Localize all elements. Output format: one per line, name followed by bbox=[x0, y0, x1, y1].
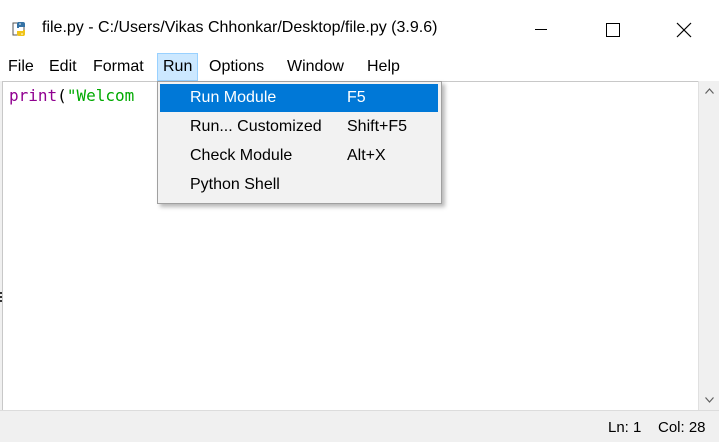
code-string-token: "Welcom bbox=[66, 86, 135, 105]
scroll-down-button[interactable] bbox=[699, 390, 719, 410]
code-paren-token: ( bbox=[57, 86, 67, 105]
menu-item-label: Check Module bbox=[190, 147, 293, 164]
menu-run[interactable]: Run bbox=[157, 53, 199, 81]
status-line-number: Ln: 1 bbox=[608, 419, 642, 436]
menu-item-shortcut: F5 bbox=[347, 89, 366, 106]
status-bar: Ln: 1 Col: 28 bbox=[0, 410, 719, 442]
minimize-button[interactable] bbox=[506, 0, 576, 60]
window-title: file.py - C:/Users/Vikas Chhonkar/Deskto… bbox=[42, 19, 438, 36]
menu-window[interactable]: Window bbox=[281, 53, 350, 81]
code-line: print("Welcom bbox=[9, 86, 134, 105]
menu-format[interactable]: Format bbox=[87, 53, 150, 81]
idle-editor-window: file.py - C:/Users/Vikas Chhonkar/Deskto… bbox=[0, 0, 719, 442]
run-menu-item-check-module[interactable]: Check Module Alt+X bbox=[160, 142, 438, 170]
menu-item-shortcut: Shift+F5 bbox=[347, 118, 408, 135]
menu-help[interactable]: Help bbox=[361, 53, 406, 81]
run-menu-item-python-shell[interactable]: Python Shell bbox=[160, 171, 438, 199]
vertical-scrollbar[interactable] bbox=[698, 81, 719, 410]
close-button[interactable] bbox=[649, 0, 719, 60]
menu-file[interactable]: File bbox=[2, 53, 40, 81]
menu-item-label: Run Module bbox=[190, 89, 277, 106]
close-icon bbox=[676, 22, 692, 38]
status-column-number: Col: 28 bbox=[658, 419, 706, 436]
run-menu-item-run-customized[interactable]: Run... Customized Shift+F5 bbox=[160, 113, 438, 141]
python-idle-icon bbox=[12, 20, 30, 38]
run-menu-item-run-module[interactable]: Run Module F5 bbox=[160, 84, 438, 112]
title-bar[interactable]: file.py - C:/Users/Vikas Chhonkar/Deskto… bbox=[0, 0, 719, 60]
maximize-icon bbox=[606, 23, 620, 37]
minimize-icon bbox=[535, 29, 547, 30]
menu-item-shortcut: Alt+X bbox=[347, 147, 386, 164]
scroll-up-button[interactable] bbox=[699, 81, 719, 101]
code-builtin-token: print bbox=[9, 86, 58, 105]
menu-edit[interactable]: Edit bbox=[43, 53, 83, 81]
menu-options[interactable]: Options bbox=[203, 53, 270, 81]
menu-bar: File Edit Format Run Options Window Help bbox=[0, 53, 719, 81]
menu-item-label: Run... Customized bbox=[190, 118, 322, 135]
chevron-up-icon bbox=[705, 88, 714, 94]
maximize-button[interactable] bbox=[578, 0, 648, 60]
run-menu-dropdown: Run Module F5 Run... Customized Shift+F5… bbox=[157, 81, 442, 204]
chevron-down-icon bbox=[705, 397, 714, 403]
menu-item-label: Python Shell bbox=[190, 176, 280, 193]
